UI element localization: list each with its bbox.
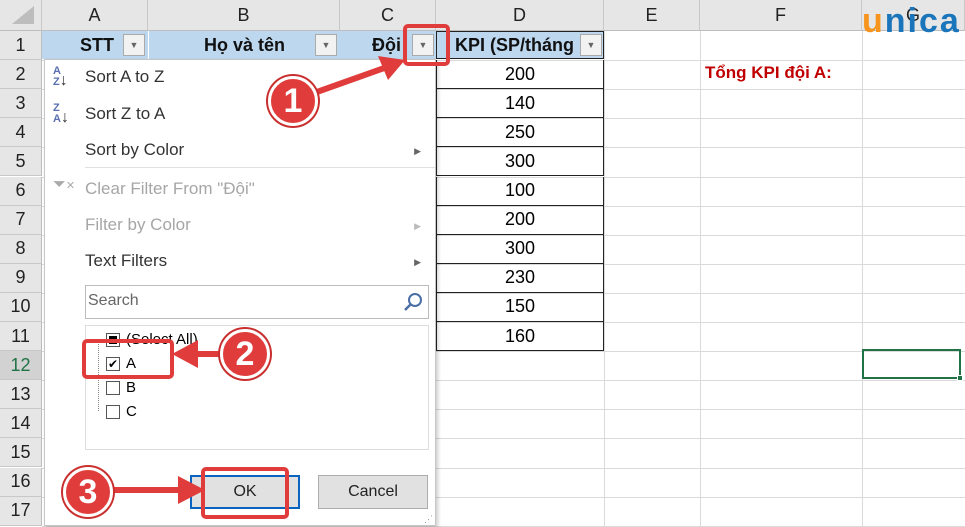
callout-badge-3: 3 — [63, 467, 113, 517]
highlight-option-a — [82, 339, 174, 379]
callout-arrows — [110, 56, 405, 504]
callout-badge-2: 2 — [220, 329, 270, 379]
highlight-ok-button — [201, 467, 289, 519]
callout-badge-1: 1 — [268, 76, 318, 126]
